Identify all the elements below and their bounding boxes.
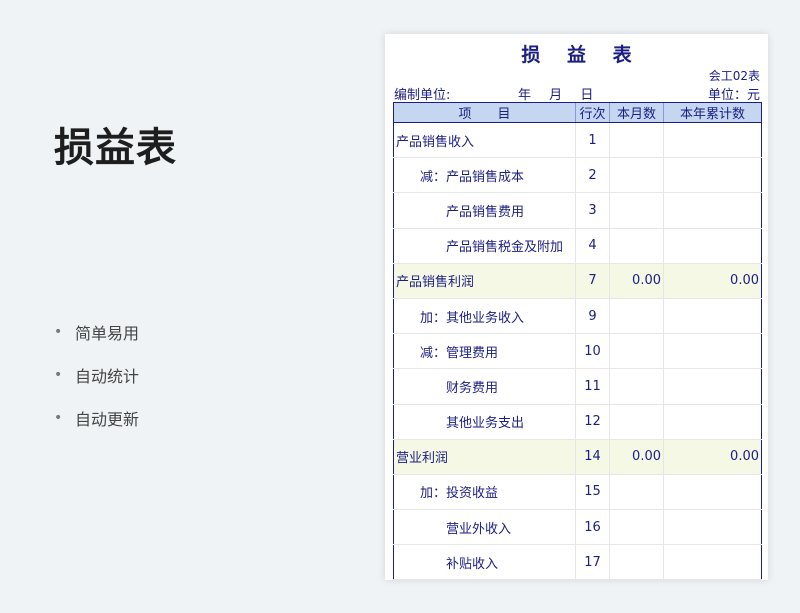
cell-line-no[interactable]: 12: [575, 404, 610, 440]
cell-item[interactable]: 补贴收入: [393, 544, 576, 580]
table-row: 财务费用 11: [393, 368, 762, 405]
cell-item[interactable]: 产品销售收入: [393, 122, 576, 159]
org-label: 编制单位:: [394, 88, 451, 103]
cell-item[interactable]: 营业利润: [393, 439, 576, 475]
sheet-title-char: 益: [566, 44, 586, 66]
cell-item[interactable]: 其他业务支出: [393, 404, 576, 440]
table-row: 减：管理费用 10: [393, 333, 762, 370]
cell-line-no[interactable]: 10: [575, 333, 610, 370]
meta-row: 编制单位: 年 月 日 单位：元: [394, 84, 760, 103]
table-row: 减：产品销售成本 2: [393, 157, 762, 194]
income-statement-sheet: 损 益 表 会工02表 编制单位: 年 月 日 单位：元 项 目 行次 本月数 …: [385, 34, 768, 580]
cell-item[interactable]: 产品销售费用: [393, 192, 576, 229]
table-row: 补贴收入 17: [393, 544, 762, 580]
cell-ytd[interactable]: [663, 122, 762, 159]
sheet-title: 损 益 表: [385, 40, 768, 67]
slide-title: 损益表: [54, 125, 177, 171]
cell-item[interactable]: 产品销售利润: [393, 263, 576, 299]
cell-ytd[interactable]: [663, 368, 762, 405]
cell-this-month[interactable]: [609, 333, 664, 370]
feature-item: • 自动统计: [54, 353, 139, 396]
cell-ytd[interactable]: 0.00: [663, 263, 762, 299]
table-row: 加：投资收益 15: [393, 474, 762, 511]
feature-label: 自动统计: [75, 366, 140, 386]
date-year-label: 年: [518, 88, 532, 103]
table-row-total: 产品销售利润 7 0.00 0.00: [393, 263, 762, 299]
cell-line-no[interactable]: 7: [575, 263, 610, 299]
feature-item: • 简单易用: [54, 310, 139, 353]
cell-this-month[interactable]: 0.00: [609, 439, 664, 475]
table-row: 其他业务支出 12: [393, 404, 762, 440]
cell-this-month[interactable]: [609, 544, 664, 580]
form-code: 会工02表: [708, 69, 760, 83]
cell-line-no[interactable]: 16: [575, 509, 610, 546]
date-month-label: 月: [549, 88, 563, 103]
cell-this-month[interactable]: [609, 298, 664, 335]
cell-this-month[interactable]: [609, 509, 664, 546]
table-row: 产品销售收入 1: [393, 122, 762, 159]
cell-line-no[interactable]: 17: [575, 544, 610, 580]
cell-item[interactable]: 加：投资收益: [393, 474, 576, 511]
cell-item[interactable]: 财务费用: [393, 368, 576, 405]
bullet-icon: •: [54, 366, 63, 383]
table-header-row: 项 目 行次 本月数 本年累计数: [393, 102, 762, 123]
cell-line-no[interactable]: 11: [575, 368, 610, 405]
feature-list: • 简单易用 • 自动统计 • 自动更新: [54, 310, 139, 439]
cell-item[interactable]: 减：产品销售成本: [393, 157, 576, 194]
cell-ytd[interactable]: 0.00: [663, 439, 762, 475]
cell-ytd[interactable]: [663, 298, 762, 335]
table-row: 产品销售费用 3: [393, 192, 762, 229]
cell-ytd[interactable]: [663, 509, 762, 546]
cell-line-no[interactable]: 1: [575, 122, 610, 159]
cell-line-no[interactable]: 2: [575, 157, 610, 194]
cell-ytd[interactable]: [663, 157, 762, 194]
cell-line-no[interactable]: 14: [575, 439, 610, 475]
cell-this-month[interactable]: 0.00: [609, 263, 664, 299]
sheet-title-char: 损: [521, 44, 541, 66]
cell-this-month[interactable]: [609, 474, 664, 511]
cell-ytd[interactable]: [663, 228, 762, 264]
sheet-title-char: 表: [612, 44, 632, 66]
cell-ytd[interactable]: [663, 192, 762, 229]
cell-ytd[interactable]: [663, 544, 762, 580]
table-row: 加：其他业务收入 9: [393, 298, 762, 335]
table-row: 产品销售税金及附加 4: [393, 228, 762, 264]
cell-line-no[interactable]: 3: [575, 192, 610, 229]
table-row: 营业外收入 16: [393, 509, 762, 546]
cell-this-month[interactable]: [609, 368, 664, 405]
header-line-no: 行次: [575, 102, 610, 123]
header-item: 项 目: [393, 102, 576, 123]
cell-line-no[interactable]: 9: [575, 298, 610, 335]
cell-this-month[interactable]: [609, 157, 664, 194]
ledger-table: 项 目 行次 本月数 本年累计数 产品销售收入 1 减：产品销售成本 2 产品销售费用 3…: [393, 102, 762, 580]
cell-ytd[interactable]: [663, 333, 762, 370]
cell-line-no[interactable]: 4: [575, 228, 610, 264]
feature-label: 自动更新: [75, 409, 140, 429]
table-row-total: 营业利润 14 0.00 0.00: [393, 439, 762, 475]
cell-this-month[interactable]: [609, 228, 664, 264]
cell-this-month[interactable]: [609, 122, 664, 159]
header-ytd: 本年累计数: [663, 102, 762, 123]
cell-this-month[interactable]: [609, 192, 664, 229]
date-fields: 年 月 日: [518, 84, 607, 103]
cell-item[interactable]: 营业外收入: [393, 509, 576, 546]
cell-ytd[interactable]: [663, 404, 762, 440]
cell-item[interactable]: 减：管理费用: [393, 333, 576, 370]
bullet-icon: •: [54, 323, 63, 340]
feature-item: • 自动更新: [54, 396, 139, 439]
feature-label: 简单易用: [75, 323, 140, 343]
date-day-label: 日: [580, 88, 594, 103]
cell-line-no[interactable]: 15: [575, 474, 610, 511]
header-this-month: 本月数: [609, 102, 664, 123]
cell-ytd[interactable]: [663, 474, 762, 511]
bullet-icon: •: [54, 409, 63, 426]
cell-item[interactable]: 加：其他业务收入: [393, 298, 576, 335]
unit-label: 单位：元: [707, 88, 760, 103]
cell-this-month[interactable]: [609, 404, 664, 440]
cell-item[interactable]: 产品销售税金及附加: [393, 228, 576, 264]
